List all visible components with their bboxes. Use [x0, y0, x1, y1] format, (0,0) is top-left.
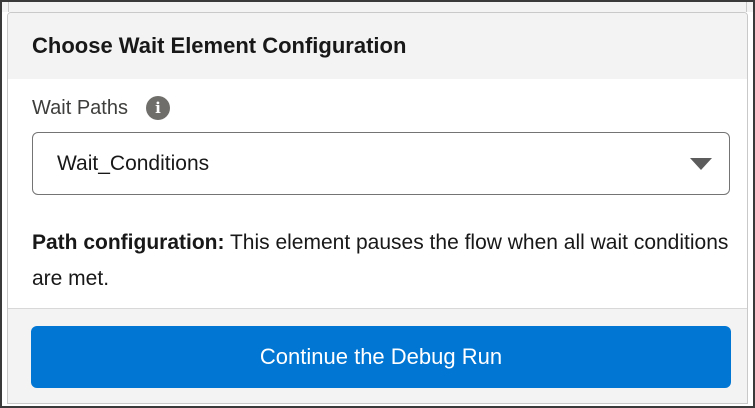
chevron-down-icon — [690, 158, 712, 170]
info-icon[interactable]: i — [145, 96, 170, 120]
panel-edge-left — [8, 2, 9, 12]
card-body: Wait Paths i Wait_Conditions Path config… — [8, 79, 747, 297]
continue-debug-run-button[interactable]: Continue the Debug Run — [31, 326, 731, 388]
screenshot-frame: Choose Wait Element Configuration Wait P… — [0, 0, 755, 408]
description-label: Path configuration: — [32, 231, 225, 254]
card-title: Choose Wait Element Configuration — [32, 33, 407, 58]
path-configuration-description: Path configuration: This element pauses … — [32, 225, 732, 297]
wait-configuration-card: Choose Wait Element Configuration Wait P… — [7, 12, 748, 404]
background-panel-edge — [2, 2, 753, 12]
card-footer: Continue the Debug Run — [8, 308, 747, 403]
wait-paths-label-row: Wait Paths i — [32, 95, 747, 121]
wait-paths-label: Wait Paths — [32, 96, 128, 119]
wait-paths-selected-value: Wait_Conditions — [57, 151, 210, 175]
card-header: Choose Wait Element Configuration — [8, 13, 747, 79]
panel-edge-right — [746, 2, 747, 12]
wait-paths-select[interactable]: Wait_Conditions — [32, 132, 730, 195]
